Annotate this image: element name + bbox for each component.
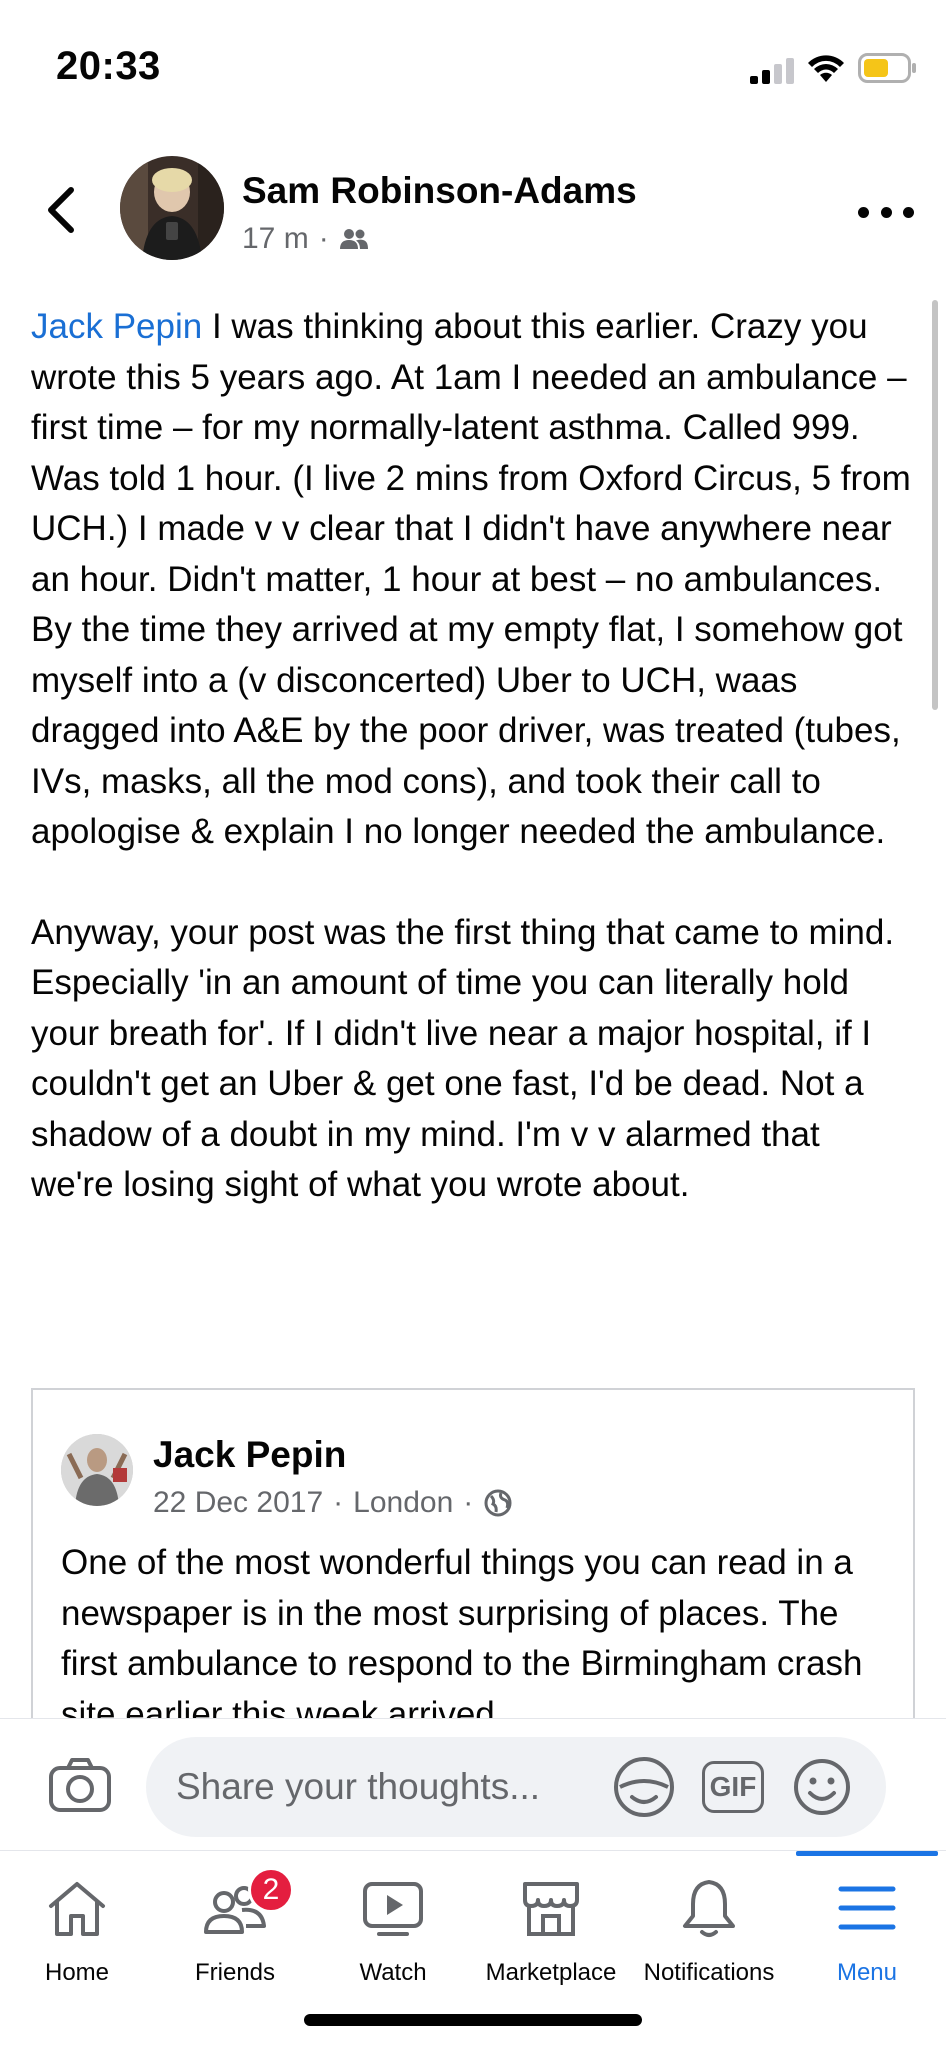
gif-button[interactable]: GIF (702, 1761, 764, 1813)
sticker-icon[interactable] (612, 1755, 676, 1819)
shared-author-avatar[interactable] (61, 1434, 133, 1506)
tab-notifications[interactable]: Notifications (630, 1873, 788, 1993)
tab-label: Marketplace (485, 1959, 617, 1986)
cellular-signal-icon (750, 58, 794, 84)
friends-badge: 2 (248, 1867, 294, 1913)
more-options-button[interactable] (858, 200, 914, 224)
back-button[interactable] (36, 180, 86, 240)
tab-watch[interactable]: Watch (314, 1873, 472, 1993)
more-dot-icon (903, 206, 914, 218)
shared-post-meta: 22 Dec 2017 · London · (153, 1486, 513, 1520)
post-body: Jack Pepin I was thinking about this ear… (31, 302, 911, 1211)
scrollbar[interactable] (932, 300, 938, 710)
post-time[interactable]: 17 m (242, 222, 309, 256)
marketplace-icon (516, 1873, 586, 1943)
comment-composer: GIF (0, 1718, 946, 1850)
emoji-icon[interactable] (792, 1757, 852, 1817)
post-paragraph-2: Anyway, your post was the first thing th… (31, 912, 895, 1205)
shared-post-card[interactable]: Jack Pepin 22 Dec 2017 · London · One of… (31, 1388, 915, 1728)
watch-icon (358, 1873, 428, 1943)
home-indicator[interactable] (304, 2014, 642, 2026)
tab-label: Watch (359, 1959, 427, 1986)
tab-menu[interactable]: Menu (788, 1873, 946, 1993)
active-tab-indicator (796, 1851, 938, 1856)
menu-icon (832, 1873, 902, 1943)
more-dot-icon (880, 206, 892, 218)
wifi-icon (808, 55, 844, 82)
comment-box[interactable]: GIF (146, 1737, 886, 1837)
friends-audience-icon (339, 229, 368, 249)
globe-icon (484, 1489, 512, 1517)
author-avatar[interactable] (120, 156, 224, 260)
comment-input[interactable] (176, 1759, 596, 1815)
tab-label: Menu (836, 1959, 898, 1986)
tab-label: Notifications (643, 1959, 775, 1986)
post-meta: 17 m · (242, 222, 369, 256)
meta-separator: · (318, 222, 329, 255)
post-paragraph-1: Jack Pepin I was thinking about this ear… (31, 302, 911, 858)
shared-author-photo (61, 1434, 133, 1506)
meta-separator: · (333, 1486, 344, 1519)
chevron-left-icon (48, 187, 74, 233)
tab-marketplace[interactable]: Marketplace (472, 1873, 630, 1993)
tab-label: Friends (194, 1959, 276, 1986)
tab-label: Home (44, 1959, 110, 1986)
status-time: 20:33 (56, 44, 161, 88)
mention-link[interactable]: Jack Pepin (31, 307, 202, 346)
status-bar: 20:33 (0, 0, 946, 140)
shared-post-text: One of the most wonderful things you can… (61, 1543, 863, 1728)
shared-post-location[interactable]: London (353, 1486, 453, 1520)
battery-icon (858, 53, 916, 83)
shared-post-date[interactable]: 22 Dec 2017 (153, 1486, 323, 1520)
camera-icon[interactable] (48, 1757, 112, 1813)
author-photo (120, 156, 224, 260)
home-icon (42, 1873, 112, 1943)
author-name[interactable]: Sam Robinson-Adams (242, 170, 637, 212)
more-dot-icon (858, 206, 869, 218)
tab-friends[interactable]: 2 Friends (156, 1867, 314, 1993)
shared-author-name[interactable]: Jack Pepin (153, 1434, 346, 1476)
paragraph-1-text: I was thinking about this earlier. Crazy… (31, 307, 911, 851)
bell-icon (674, 1873, 744, 1943)
meta-separator: · (463, 1486, 474, 1519)
tab-home[interactable]: Home (0, 1873, 156, 1993)
post-header: Sam Robinson-Adams 17 m · (0, 150, 946, 270)
